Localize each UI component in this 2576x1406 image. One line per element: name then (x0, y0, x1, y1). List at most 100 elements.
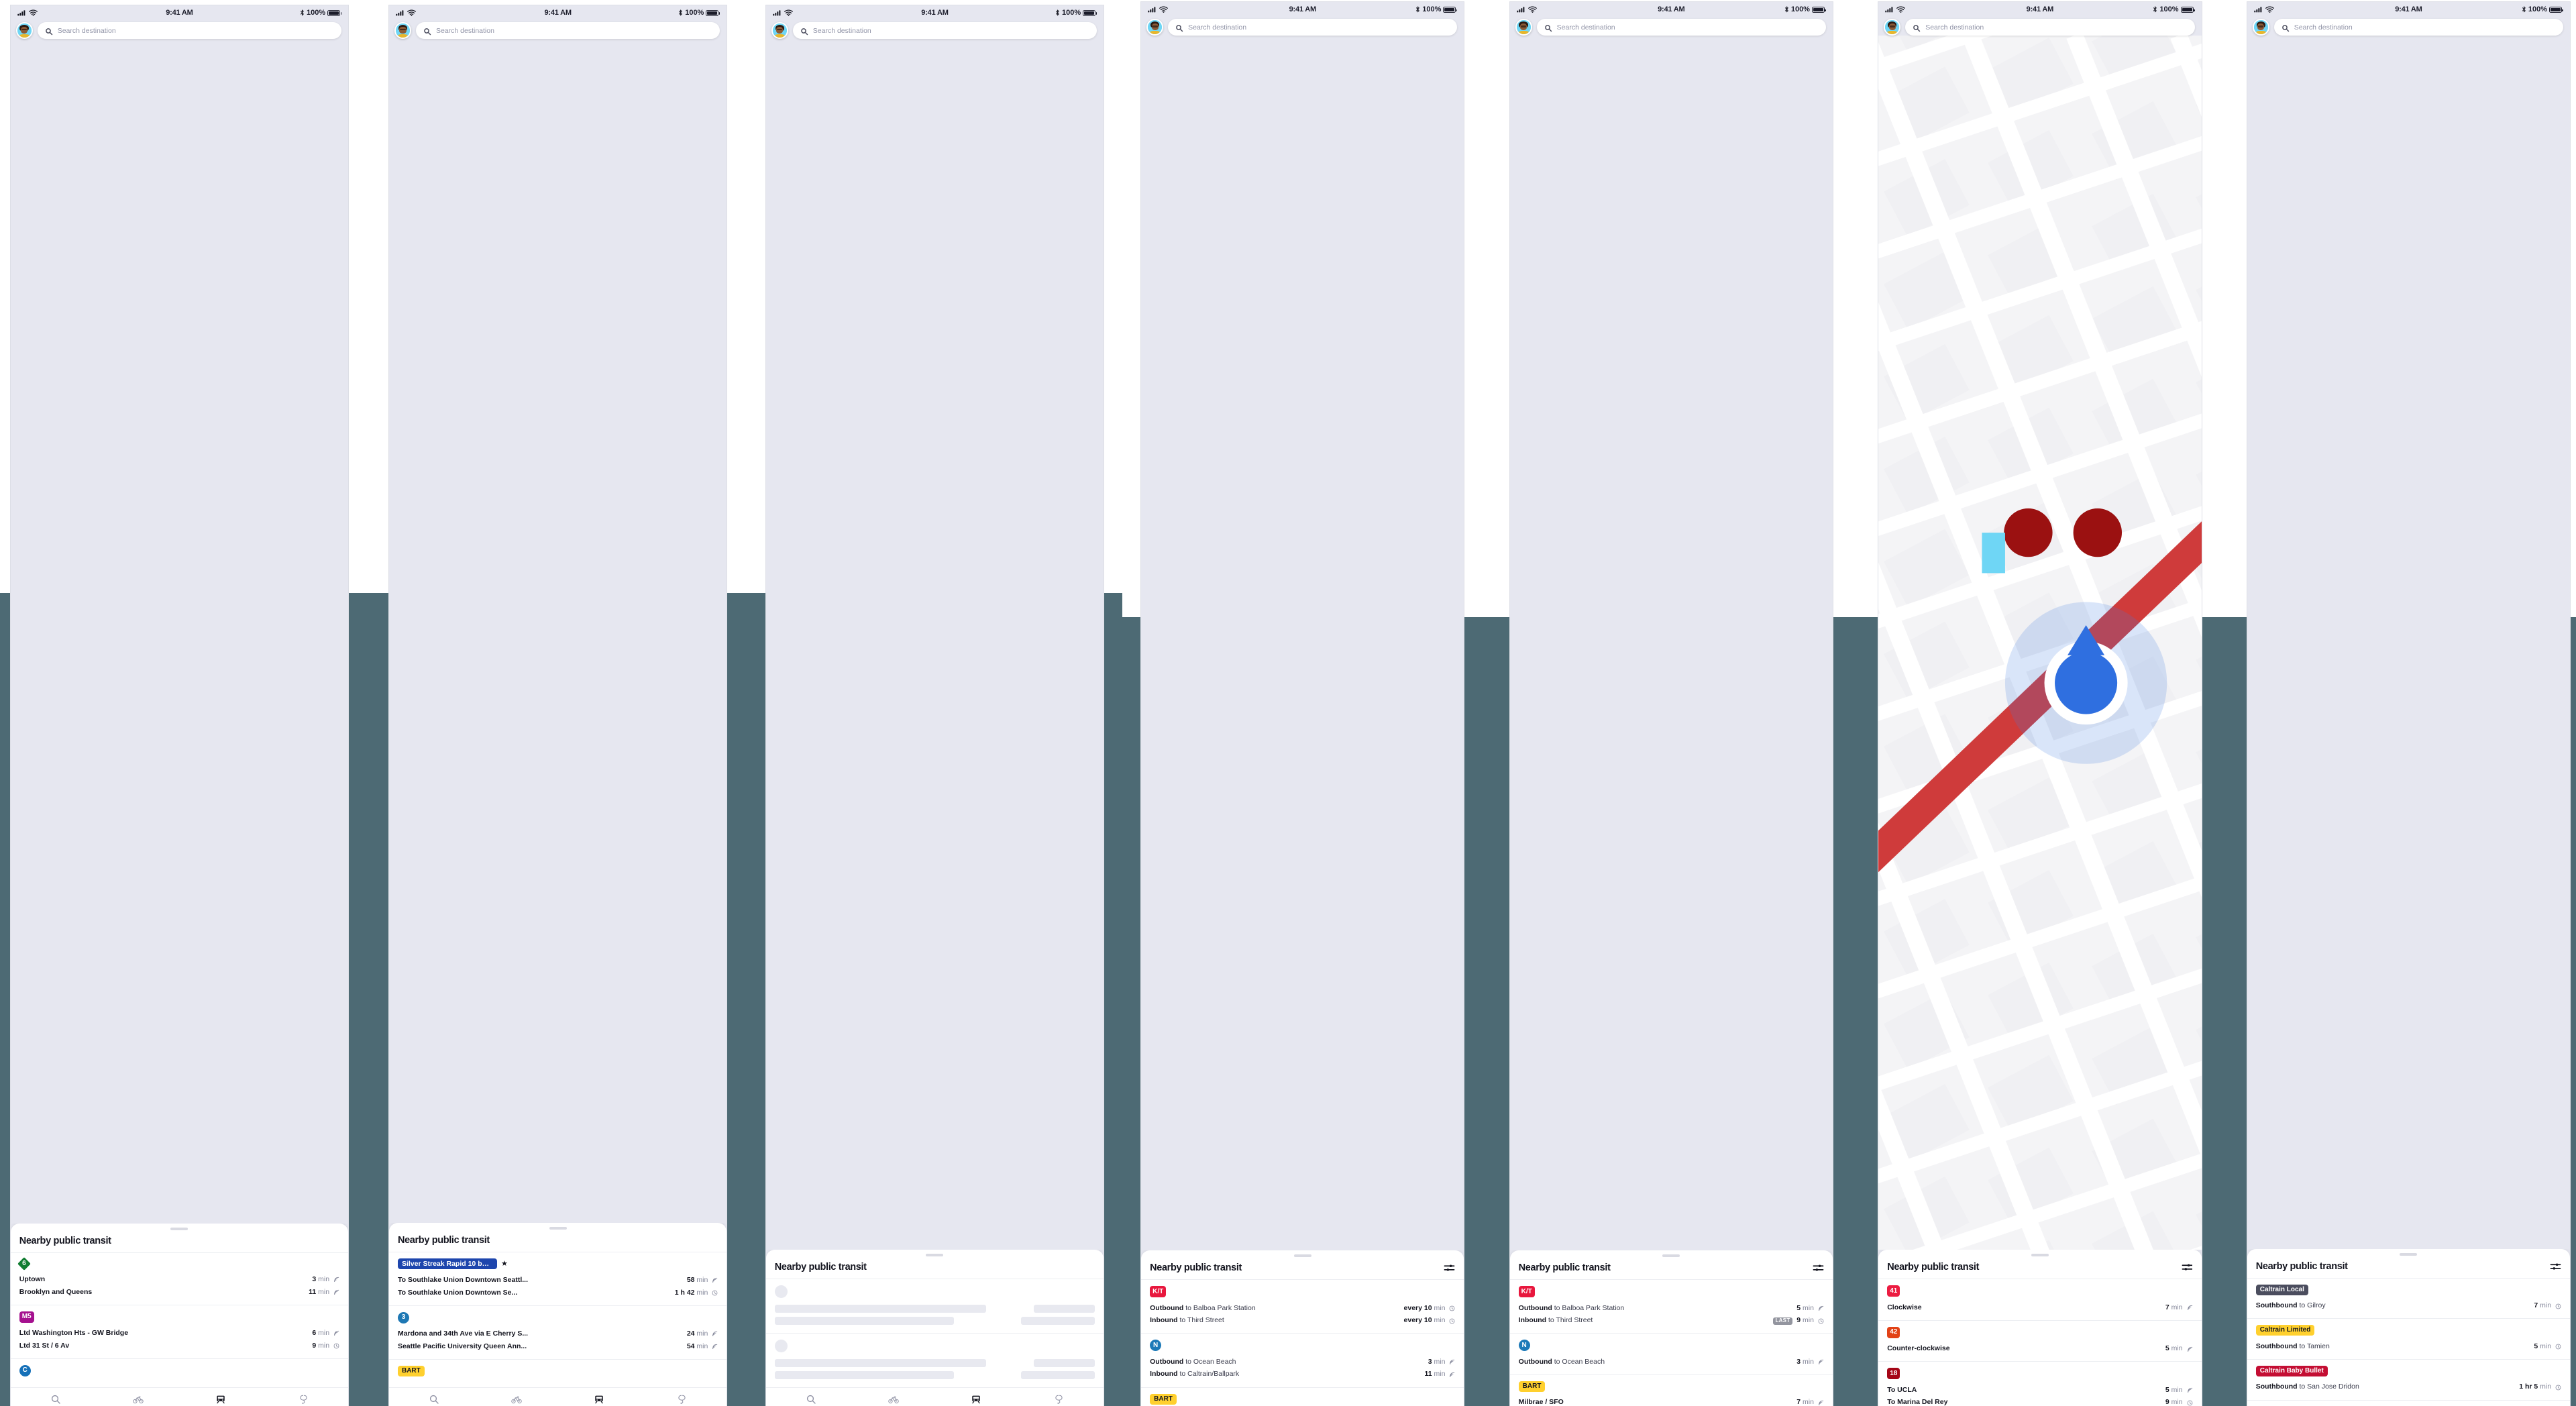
avatar[interactable] (15, 22, 33, 40)
map-canvas[interactable] (1878, 36, 2202, 1250)
departure-row[interactable]: Outbound to Ocean Beach 3 min (1150, 1356, 1455, 1368)
departure-row[interactable]: Ltd 31 St / 6 Av 9 min (19, 1340, 339, 1352)
route-badge[interactable]: N (1518, 1340, 1530, 1352)
route-group[interactable]: BART (389, 1360, 727, 1387)
route-badge[interactable]: Caltrain Limited (2255, 1325, 2315, 1336)
nav-search[interactable] (429, 1394, 439, 1405)
route-group[interactable]: 41 Clockwise 7 min (1878, 1279, 2202, 1321)
departure-row[interactable]: Southbound to Gilroy 7 min (2256, 1300, 2561, 1313)
nav-bike[interactable] (133, 1394, 144, 1405)
search-input[interactable]: Search destination (415, 22, 720, 40)
nav-trips[interactable] (1053, 1394, 1064, 1405)
departure-row[interactable]: Counter-clockwise 5 min (1887, 1343, 2192, 1356)
search-input[interactable]: Search destination (37, 22, 342, 40)
route-group[interactable]: Silver Streak Rapid 10 bus express via .… (388, 1252, 727, 1306)
nav-trips[interactable] (676, 1394, 687, 1405)
search-icon (800, 28, 808, 36)
transit-sheet: Nearby public transit K/T Outbound to Ba… (1141, 1250, 1464, 1406)
route-group[interactable]: BART (1141, 1388, 1464, 1406)
route-badge[interactable]: 3 (397, 1311, 409, 1323)
departure-row[interactable]: To Marina Del Rey 9 min (1887, 1397, 2192, 1406)
route-badge[interactable]: M5 (19, 1311, 34, 1323)
map-area[interactable] (1878, 36, 2202, 1250)
departure-row[interactable]: Outbound to Balboa Park Station every 10… (1150, 1302, 1455, 1315)
route-group[interactable]: BART Milbrae / SFO 7 min (1510, 1375, 1833, 1406)
route-group[interactable]: 3 Mardona and 34th Ave via E Cherry S...… (388, 1306, 727, 1360)
nav-search[interactable] (50, 1394, 61, 1405)
departure-row[interactable]: Outbound to Ocean Beach 3 min (1519, 1356, 1824, 1368)
route-badge-row: Caltrain Baby Bullet (2255, 1365, 2561, 1376)
search-input[interactable]: Search destination (792, 22, 1097, 40)
route-badge[interactable]: 41 (1887, 1285, 1900, 1297)
filter-button[interactable] (1444, 1263, 1455, 1273)
departure-row[interactable]: Inbound to Caltrain/Ballpark 11 min (1150, 1368, 1455, 1381)
route-badge[interactable]: 18 (1887, 1368, 1900, 1380)
search-input[interactable]: Search destination (1536, 19, 1826, 36)
avatar[interactable] (394, 22, 411, 40)
transit-sheet: Nearby public transit (765, 1249, 1104, 1387)
departure-row[interactable]: To UCLA 5 min (1887, 1384, 2192, 1397)
departure-row[interactable]: Brooklyn and Queens 11 min (19, 1286, 339, 1299)
route-badge[interactable]: C (19, 1364, 31, 1376)
route-badge[interactable]: BART (1518, 1381, 1546, 1392)
filter-button[interactable] (2182, 1262, 2193, 1272)
search-input[interactable]: Search destination (1905, 19, 2195, 36)
nav-transit[interactable] (215, 1394, 226, 1405)
nav-transit[interactable] (594, 1394, 604, 1405)
route-badge[interactable]: N (1150, 1340, 1162, 1352)
departure-row[interactable]: To Southlake Union Downtown Se... 1 h 42… (398, 1287, 718, 1299)
departure-row[interactable]: Southbound to Tamien 5 min (2256, 1340, 2561, 1353)
route-group[interactable]: 42 Counter-clockwise 5 min (1878, 1321, 2202, 1362)
nav-search[interactable] (806, 1394, 816, 1405)
nav-bike[interactable] (888, 1394, 899, 1405)
filter-button[interactable] (2550, 1262, 2561, 1271)
avatar[interactable] (1884, 19, 1901, 36)
departure-destination: Ltd 31 St / 6 Av (19, 1341, 70, 1350)
departure-row[interactable]: Clockwise 7 min (1887, 1301, 2192, 1314)
route-badge[interactable]: Caltrain Baby Bullet (2255, 1365, 2328, 1376)
route-badge[interactable]: Silver Streak Rapid 10 bus express via .… (397, 1258, 497, 1270)
departure-row[interactable]: Outbound to Balboa Park Station 5 min (1519, 1302, 1824, 1315)
nav-trips[interactable] (298, 1394, 309, 1405)
nav-bike[interactable] (511, 1394, 522, 1405)
departure-destination: Seattle Pacific University Queen Ann... (397, 1342, 527, 1350)
departure-row[interactable]: Mardona and 34th Ave via E Cherry S... 2… (398, 1328, 718, 1341)
departure-row[interactable]: To Southlake Union Downtown Seattl... 58… (398, 1274, 718, 1287)
filter-button[interactable] (1813, 1263, 1824, 1273)
route-group[interactable]: Caltrain Limited Southbound to Tamien 5 … (2247, 1319, 2571, 1360)
departure-row[interactable]: Inbound to Third Street every 10 min (1150, 1315, 1455, 1328)
avatar[interactable] (2252, 19, 2269, 36)
favorite-star-icon[interactable]: ★ (501, 1260, 508, 1268)
search-input[interactable]: Search destination (2273, 19, 2564, 36)
avatar[interactable] (771, 22, 788, 40)
search-input[interactable]: Search destination (1168, 19, 1458, 36)
nav-transit[interactable] (971, 1394, 981, 1405)
clock-icon (2187, 1400, 2193, 1406)
route-badge[interactable]: BART (1150, 1393, 1177, 1405)
route-group[interactable]: N Outbound to Ocean Beach 3 min Inbound … (1141, 1334, 1464, 1388)
route-group[interactable]: Caltrain Baby Bullet Southbound to San J… (2247, 1360, 2571, 1401)
route-group[interactable]: K/T Outbound to Balboa Park Station 5 mi… (1509, 1280, 1833, 1334)
route-group[interactable]: K/T Outbound to Balboa Park Station ever… (1141, 1280, 1464, 1334)
route-group[interactable]: N Outbound to Ocean Beach 3 min (1509, 1334, 1833, 1375)
departure-row[interactable]: Inbound to Third Street LAST 9 min (1519, 1315, 1824, 1328)
departure-row[interactable]: Milbrae / SFO 7 min (1519, 1397, 1824, 1406)
route-group[interactable]: M5 Ltd Washington Hts - GW Bridge 6 min … (10, 1305, 349, 1359)
route-badge[interactable]: 6 (17, 1257, 31, 1271)
departure-row[interactable]: Ltd Washington Hts - GW Bridge 6 min (19, 1328, 339, 1340)
route-badge[interactable]: 42 (1887, 1326, 1900, 1338)
departure-row[interactable]: Uptown 3 min (19, 1273, 339, 1286)
route-badge[interactable]: BART (397, 1365, 425, 1376)
departure-row[interactable]: Seattle Pacific University Queen Ann... … (398, 1340, 718, 1353)
route-group[interactable]: Caltrain Local Southbound to Gilroy 7 mi… (2247, 1279, 2571, 1319)
route-badge[interactable]: K/T (1518, 1286, 1535, 1298)
departure-row[interactable]: Southbound to San Jose Dridon 1 hr 5 min (2256, 1381, 2561, 1394)
route-badge[interactable]: Caltrain Local (2255, 1284, 2308, 1295)
avatar[interactable] (1515, 19, 1532, 36)
routes-icon (1055, 1395, 1063, 1405)
route-group[interactable]: 18 To UCLA 5 min To Marina Del Rey 9 min (1878, 1362, 2201, 1406)
avatar[interactable] (1146, 19, 1164, 36)
route-group[interactable]: 6 Uptown 3 min Brooklyn and Queens 11 mi… (10, 1253, 349, 1305)
route-group[interactable]: C (11, 1359, 348, 1387)
route-badge[interactable]: K/T (1150, 1286, 1167, 1298)
